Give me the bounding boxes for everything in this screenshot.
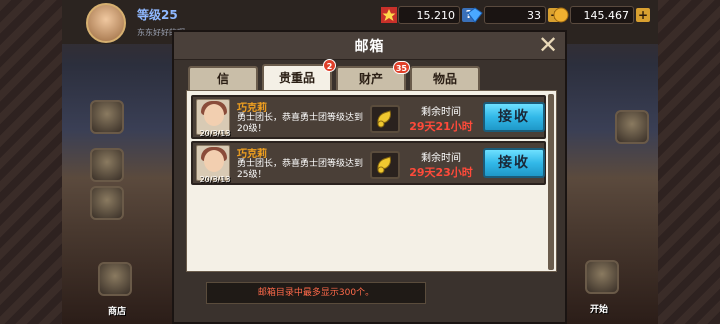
mailbox-limit-note: 邮箱目录中最多显示300个。 <box>206 282 426 304</box>
mailbox-title: 邮箱 <box>354 39 385 55</box>
right-border-decoration <box>658 0 720 324</box>
mail-date: 20/3/13 <box>199 129 231 138</box>
mail-sender: 巧克莉 <box>237 149 267 160</box>
tab-items[interactable]: 物品 <box>410 66 480 90</box>
shop-label: 商店 <box>108 307 127 317</box>
resource-coin: 145.467 + <box>552 5 650 25</box>
player-avatar[interactable] <box>86 3 126 43</box>
mail-list[interactable]: 20/3/13 巧克莉 勇士团长，恭喜勇士团等级达到20级！ 剩余时间 29天2… <box>186 90 557 272</box>
scrollbar[interactable] <box>548 94 554 270</box>
star-icon <box>380 6 398 24</box>
tab-label: 信 <box>216 72 229 86</box>
mailbox-dialog: 邮箱 ✕ 信 贵重品 2 财产 35 物品 20/3/13 巧克莉 勇士团长，恭… <box>172 30 567 324</box>
mail-message: 勇士团长，恭喜勇士团等级达到25级！ <box>237 159 364 180</box>
mail-sender: 巧克莉 <box>237 103 267 114</box>
reward-horn-icon <box>370 151 400 179</box>
tab-label: 物品 <box>432 72 457 86</box>
tab-label: 贵重品 <box>278 71 315 85</box>
mail-item: 20/3/13 巧克莉 勇士团长，恭喜勇士团等级达到20级！ 剩余时间 29天2… <box>191 95 546 139</box>
start-label: 开始 <box>590 305 609 315</box>
menu-button-3[interactable] <box>90 186 124 220</box>
mail-item: 20/3/13 巧克莉 勇士团长，恭喜勇士团等级达到25级！ 剩余时间 29天2… <box>191 141 546 185</box>
resource-diamond: 33 + <box>466 5 562 25</box>
menu-button-1[interactable] <box>90 100 124 134</box>
tab-label: 财产 <box>358 72 383 86</box>
tab-property[interactable]: 财产 35 <box>336 61 410 90</box>
remaining-time-label: 剩余时间 <box>421 107 461 118</box>
remaining-time-value: 29天23小时 <box>409 166 473 179</box>
diamond-icon <box>466 6 484 24</box>
notification-badge: 2 <box>323 59 336 72</box>
player-level: 等级25 <box>137 8 178 22</box>
close-icon: ✕ <box>537 31 559 59</box>
right-menu-button[interactable] <box>615 110 649 144</box>
resource-star: 15.210 ? <box>380 5 476 25</box>
receive-button[interactable]: 接收 <box>483 148 545 178</box>
coin-add-button[interactable]: + <box>636 8 650 22</box>
left-border-decoration <box>0 0 62 324</box>
close-button[interactable]: ✕ <box>536 31 560 59</box>
menu-button-2[interactable] <box>90 148 124 182</box>
mailbox-tabs: 信 贵重品 2 财产 35 物品 <box>188 59 480 90</box>
coin-value: 145.467 <box>570 6 634 24</box>
start-button[interactable] <box>585 260 619 294</box>
receive-button[interactable]: 接收 <box>483 102 545 132</box>
reward-horn-icon <box>370 105 400 133</box>
mail-message: 勇士团长，恭喜勇士团等级达到20级！ <box>237 113 364 134</box>
coin-icon <box>552 6 570 24</box>
mailbox-header: 邮箱 ✕ <box>174 32 565 60</box>
remaining-time-label: 剩余时间 <box>421 153 461 164</box>
star-value: 15.210 <box>398 6 460 24</box>
mail-date: 20/3/13 <box>199 175 231 184</box>
shop-button[interactable] <box>98 262 132 296</box>
tab-letters[interactable]: 信 <box>188 66 258 90</box>
tab-valuables[interactable]: 贵重品 2 <box>262 59 336 90</box>
diamond-value: 33 <box>484 6 546 24</box>
notification-badge: 35 <box>392 61 410 74</box>
remaining-time-value: 29天21小时 <box>409 120 473 133</box>
